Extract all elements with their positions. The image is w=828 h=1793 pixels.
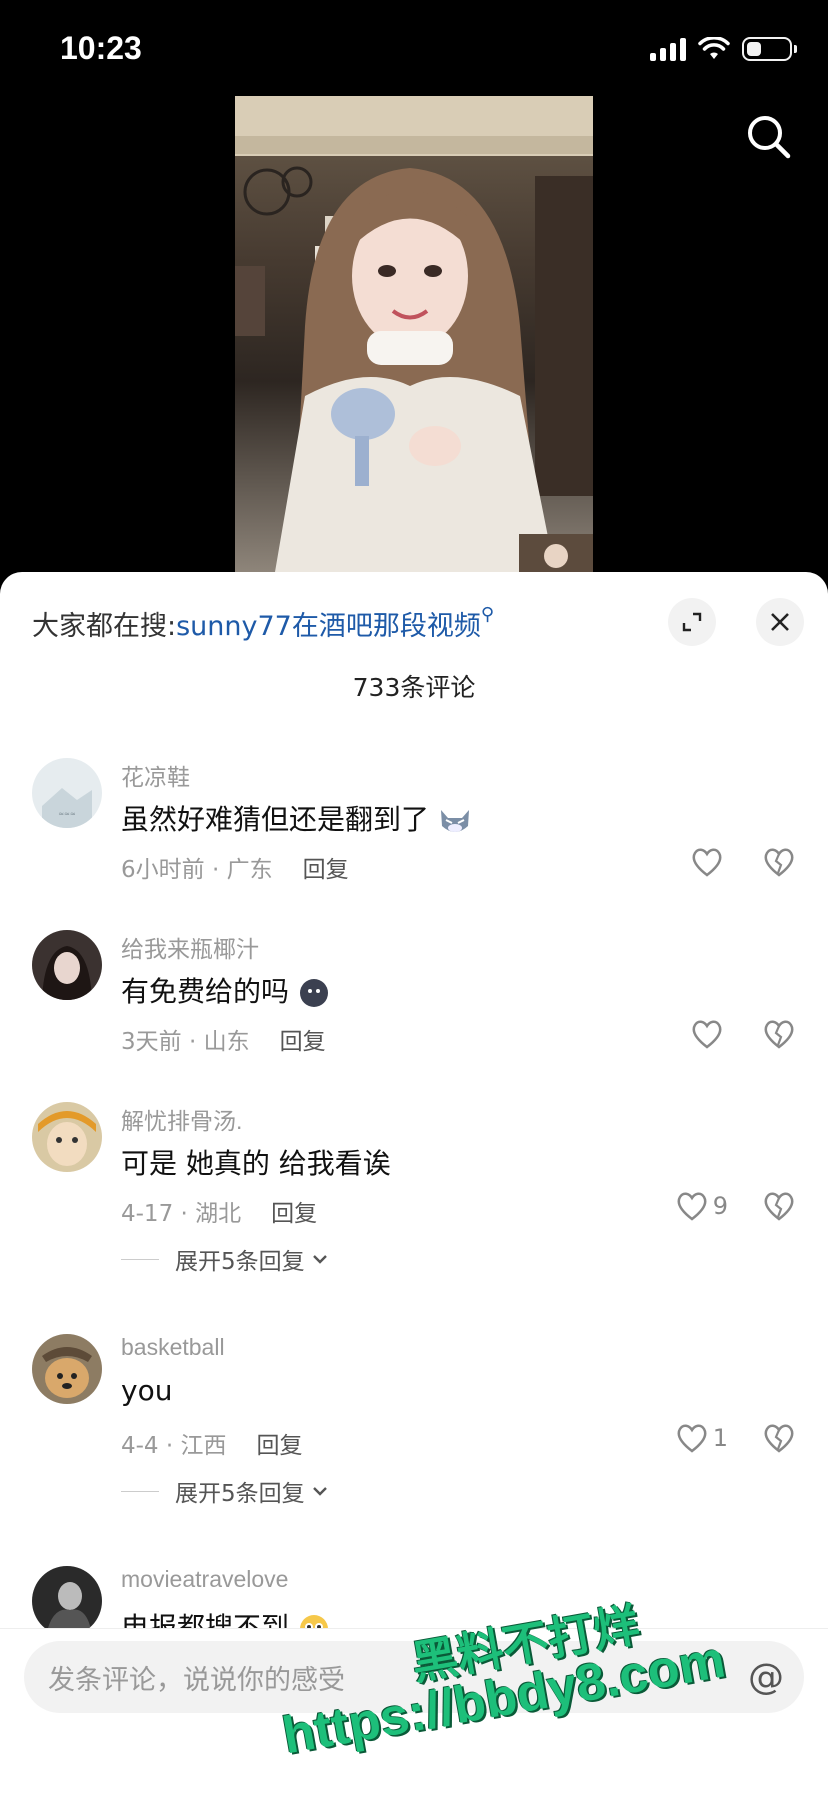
- battery-icon: [742, 37, 797, 61]
- video-thumbnail-image: [235, 96, 593, 572]
- status-bar: 10:23: [0, 0, 828, 96]
- video-preview[interactable]: [235, 96, 593, 572]
- comment-item: basketball you 4-4 · 江西 回复 1 展开5条回复: [0, 1328, 828, 1528]
- comment-text-body: 虽然好难猜但还是翻到了: [121, 803, 430, 836]
- ball-emoji-icon: [299, 979, 328, 1007]
- reply-button[interactable]: 回复: [257, 1433, 303, 1459]
- chevron-down-icon: [312, 1255, 327, 1264]
- comment-author[interactable]: basketball: [121, 1334, 225, 1361]
- divider: [121, 1490, 159, 1492]
- broken-heart-icon[interactable]: [762, 1190, 796, 1222]
- comment-text-body: 有免费给的吗: [121, 975, 290, 1008]
- avatar[interactable]: ≈≈≈: [32, 758, 102, 828]
- heart-icon: [692, 848, 722, 877]
- comment-author[interactable]: 给我来瓶椰汁: [121, 930, 259, 964]
- heart-icon: [677, 1424, 707, 1453]
- comment-time-location: 6小时前 · 广东: [121, 857, 273, 883]
- expand-button[interactable]: [668, 598, 716, 646]
- comments-header: 大家都在搜:sunny77在酒吧那段视频⚲ 733条评论: [0, 572, 828, 722]
- comment-author[interactable]: 解忧排骨汤.: [121, 1102, 242, 1136]
- comment-meta: 3天前 · 山东 回复: [121, 1022, 326, 1056]
- comment-item: ≈≈≈ 花凉鞋 虽然好难猜但还是翻到了 6小时前 · 广东 回复: [0, 752, 828, 902]
- comment-time-location: 4-4 · 江西: [121, 1433, 227, 1459]
- avatar[interactable]: [32, 1566, 102, 1636]
- reply-button[interactable]: 回复: [280, 1029, 326, 1055]
- like-count: 1: [712, 1424, 728, 1452]
- divider: [121, 1258, 159, 1260]
- like-button[interactable]: [690, 1018, 728, 1050]
- search-icon[interactable]: [744, 112, 794, 162]
- expand-replies-button[interactable]: 展开5条回复: [121, 1242, 329, 1276]
- expand-replies-label: 展开5条回复: [175, 1249, 305, 1275]
- comment-time-location: 3天前 · 山东: [121, 1029, 250, 1055]
- comment-author[interactable]: movieatravelove: [121, 1566, 288, 1593]
- like-count: 9: [712, 1192, 728, 1220]
- svg-text:≈≈≈: ≈≈≈: [58, 810, 76, 818]
- comment-item: 解忧排骨汤. 可是 她真的 给我看诶 4-17 · 湖北 回复 9 展开5条回复: [0, 1096, 828, 1296]
- broken-heart-icon[interactable]: [762, 1018, 796, 1050]
- like-button[interactable]: [690, 846, 728, 878]
- trending-search[interactable]: 大家都在搜:sunny77在酒吧那段视频⚲: [32, 604, 494, 643]
- expand-replies-label: 展开5条回复: [175, 1481, 305, 1507]
- comment-time-location: 4-17 · 湖北: [121, 1201, 242, 1227]
- cellular-signal-icon: [650, 37, 686, 61]
- search-small-icon: ⚲: [480, 604, 495, 625]
- broken-heart-icon[interactable]: [762, 1422, 796, 1454]
- comment-meta: 6小时前 · 广东 回复: [121, 850, 349, 884]
- comment-meta: 4-17 · 湖北 回复: [121, 1194, 317, 1228]
- heart-icon: [677, 1192, 707, 1221]
- mention-button[interactable]: @: [748, 1657, 784, 1698]
- comment-text: you: [121, 1374, 173, 1407]
- comment-text: 有免费给的吗: [121, 970, 330, 1010]
- comment-count: 733条评论: [352, 673, 476, 702]
- close-icon: [771, 613, 789, 631]
- avatar[interactable]: [32, 1102, 102, 1172]
- wolf-emoji-icon: [440, 810, 469, 832]
- expand-replies-button[interactable]: 展开5条回复: [121, 1474, 329, 1508]
- expand-icon: [682, 612, 702, 632]
- chevron-down-icon: [312, 1487, 327, 1496]
- reply-button[interactable]: 回复: [303, 857, 349, 883]
- comments-sheet: 大家都在搜:sunny77在酒吧那段视频⚲ 733条评论 ≈≈≈ 花凉鞋 虽然好…: [0, 572, 828, 1792]
- avatar[interactable]: [32, 1334, 102, 1404]
- wifi-icon: [698, 37, 730, 59]
- broken-heart-icon[interactable]: [762, 846, 796, 878]
- status-time: 10:23: [60, 30, 142, 66]
- comment-item: 给我来瓶椰汁 有免费给的吗 3天前 · 山东 回复: [0, 924, 828, 1074]
- comment-input[interactable]: 发条评论，说说你的感受: [24, 1641, 804, 1713]
- like-button[interactable]: 9: [675, 1190, 728, 1222]
- reply-button[interactable]: 回复: [271, 1201, 317, 1227]
- avatar[interactable]: [32, 930, 102, 1000]
- comment-input-bar: 发条评论，说说你的感受 @: [0, 1628, 828, 1793]
- close-button[interactable]: [756, 598, 804, 646]
- comment-author[interactable]: 花凉鞋: [121, 758, 190, 792]
- trending-search-query[interactable]: sunny77在酒吧那段视频: [176, 611, 481, 642]
- comment-text: 虽然好难猜但还是翻到了: [121, 798, 472, 838]
- heart-icon: [692, 1020, 722, 1049]
- like-button[interactable]: 1: [675, 1422, 728, 1454]
- trending-search-label: 大家都在搜:: [32, 611, 177, 642]
- status-icons: [650, 34, 797, 64]
- comment-text: 可是 她真的 给我看诶: [121, 1147, 391, 1180]
- comment-meta: 4-4 · 江西 回复: [121, 1426, 303, 1460]
